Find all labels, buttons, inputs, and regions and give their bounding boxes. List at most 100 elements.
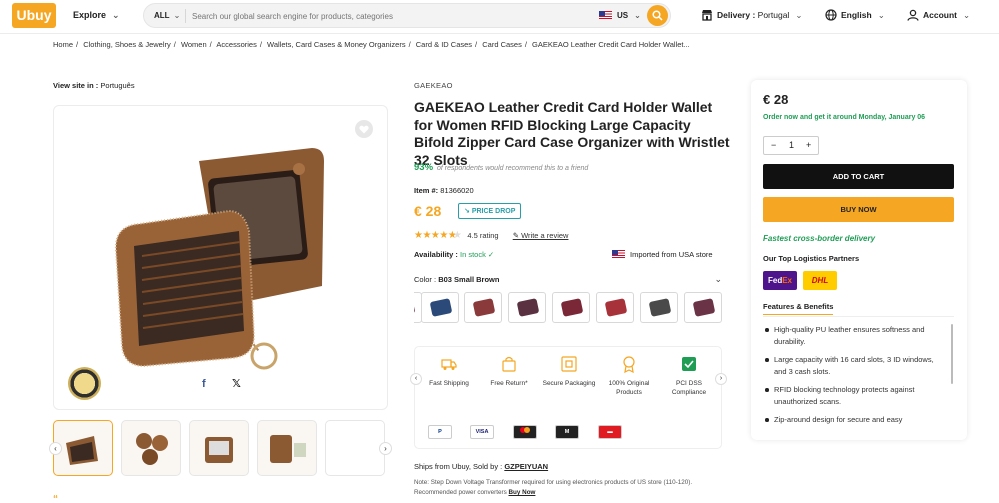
features-next-button[interactable]: › [715,373,727,385]
thumbnail-image [136,433,168,465]
breadcrumb-card-cases[interactable]: Card Cases [482,40,522,49]
store-icon [702,10,712,21]
feature-original-products: 100% Original Products [599,355,659,397]
voltage-note: Note: Step Down Voltage Transformer requ… [414,478,724,498]
breadcrumb-clothing[interactable]: Clothing, Shoes & Jewelry [83,40,171,49]
view-site-value: Português [100,81,135,90]
availability: Availability : In stock ✓ [414,250,494,259]
explore-menu[interactable]: Explore ⌄ [73,10,120,21]
color-swatch[interactable] [464,292,502,323]
chevron-down-icon: ⌄ [877,10,885,20]
bag-icon [502,356,516,372]
color-swatch[interactable] [596,292,634,323]
chevron-down-icon: ⌄ [173,11,181,20]
add-to-cart-button[interactable]: ADD TO CART [763,164,954,189]
chevron-down-icon: ⌄ [112,10,120,20]
delivery-selector[interactable]: Delivery : Portugal ⌄ [701,9,802,21]
main-product-image[interactable]: f 𝕏 [53,105,388,410]
divider [763,316,954,317]
breadcrumb-home[interactable]: Home [53,40,73,49]
seller-link[interactable]: GZPEIYUAN [504,462,548,471]
imported-label: Imported from USA store [630,250,713,259]
breadcrumb-women[interactable]: Women [181,40,207,49]
paypal-icon: P [428,425,452,439]
thumbnail-next-button[interactable]: › [379,442,392,455]
note-buy-now-link[interactable]: Buy Now [509,489,536,496]
quantity-value[interactable]: 1 [789,140,794,150]
feature-secure-packaging: Secure Packaging [539,355,599,388]
breadcrumb-wallets[interactable]: Wallets, Card Cases & Money Organizers [267,40,406,49]
color-selector[interactable]: Color : B03 Small Brown ⌄ [414,274,722,284]
benefits-scrollbar[interactable] [951,324,953,384]
region-label: US [617,11,629,20]
globe-icon [825,9,837,21]
breadcrumb-current: GAEKEAO Leather Credit Card Holder Walle… [532,40,690,49]
top-header: Ubuy Explore⌄ ALL⌄ US⌄ Delivery : Portug… [0,0,999,34]
feature-label: Fast Shipping [429,380,469,387]
thumbnail[interactable] [53,420,113,476]
product-title: GAEKEAO Leather Credit Card Holder Walle… [414,99,730,168]
feature-fast-shipping: Fast Shipping [419,355,479,388]
quote-icon: “ [53,494,58,503]
pencil-icon: ✎ [512,231,519,240]
truck-icon [441,359,457,370]
chevron-down-icon: ⌄ [795,10,803,20]
breadcrumb-accessories[interactable]: Accessories [216,40,256,49]
thumbnail[interactable] [189,420,249,476]
maestro-icon: M [555,425,579,439]
color-swatch[interactable] [421,292,459,323]
language-label: English [841,10,872,20]
thumbnail-image [66,436,98,465]
swatch-color [692,298,716,317]
color-swatch[interactable] [640,292,678,323]
buy-box: € 28 Order now and get it around Monday,… [751,80,967,440]
benefit-item: RFID blocking technology protects agains… [763,384,943,408]
wishlist-button[interactable] [355,120,373,138]
product-brand[interactable]: GAEKEAO [414,81,453,90]
color-swatch[interactable] [684,292,722,323]
color-swatch[interactable] [508,292,546,323]
buy-now-button[interactable]: BUY NOW [763,197,954,222]
check-icon: ✓ [485,250,495,259]
x-share-icon[interactable]: 𝕏 [232,377,241,390]
wallet-photo [114,148,324,370]
item-number-label: Item #: [414,186,439,195]
buybox-price: € 28 [763,92,789,107]
color-swatch[interactable] [552,292,590,323]
region-selector[interactable]: US ⌄ [599,11,641,20]
language-selector[interactable]: English ⌄ [825,9,885,21]
category-dropdown[interactable]: ALL ⌄ [154,11,180,20]
facebook-share-icon[interactable]: f [202,378,206,390]
us-flag-icon [612,250,625,258]
divider [185,9,186,23]
ubuy-logo[interactable]: Ubuy [12,3,56,28]
thumbnail-image [270,435,306,463]
box-icon [561,356,577,372]
medal-icon [623,356,635,373]
thumbnail-prev-button[interactable]: ‹ [49,442,62,455]
breadcrumb-card-id-cases[interactable]: Card & ID Cases [416,40,472,49]
shield-icon [682,357,696,371]
write-review-link[interactable]: ✎ Write a review [513,231,569,240]
mastercard-icon [513,425,537,439]
search-input[interactable] [192,8,582,24]
thumbnail[interactable] [257,420,317,476]
view-site-label: View site in : [53,81,99,90]
price-drop-badge: ↘ PRICE DROP [458,203,522,219]
account-menu[interactable]: Account ⌄ [907,9,970,21]
view-site-language[interactable]: View site in : Português [53,81,135,90]
breadcrumb: Home / Clothing, Shoes & Jewelry / Women / … [53,40,690,49]
search-button[interactable] [647,5,668,26]
thumbnail[interactable] [325,420,385,476]
feature-free-return: Free Return* [479,355,539,388]
feature-label: PCI DSS Compliance [671,380,707,396]
account-label: Account [923,10,957,20]
category-label: ALL [154,11,170,20]
rating-row: ★★★★★★ 4.5 rating ✎ Write a review [414,230,568,241]
note-text: Note: Step Down Voltage Transformer requ… [414,479,693,496]
quantity-decrease-button[interactable]: − [771,140,776,150]
thumbnail[interactable] [121,420,181,476]
swatch-color [648,298,672,317]
color-swatches [414,292,722,324]
quantity-increase-button[interactable]: + [806,140,811,150]
